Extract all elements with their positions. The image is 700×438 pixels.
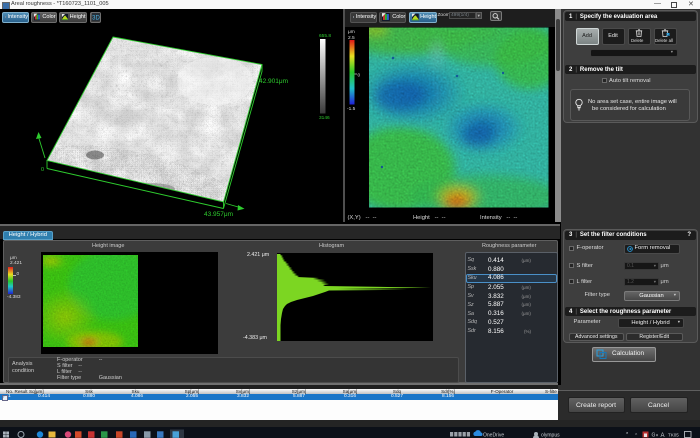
svg-text:0: 0 [358,73,361,79]
svg-text:OneDrive: OneDrive [483,433,504,438]
svg-text:olympus: olympus [541,433,560,438]
svg-text:43.957μm: 43.957μm [204,211,233,218]
svg-text:▾: ▾ [656,433,658,438]
svg-text:TK05: TK05 [668,432,679,437]
svg-text:0: 0 [41,167,44,173]
svg-text:42.901μm: 42.901μm [259,78,288,85]
svg-text:-1.5: -1.5 [347,106,356,112]
svg-text:A: A [661,433,665,438]
svg-text:655.8: 655.8 [319,33,331,39]
svg-text:μm: μm [348,30,355,35]
svg-text:3D: 3D [92,16,100,22]
svg-text:3146: 3146 [319,115,330,121]
svg-text:⌃: ⌃ [634,433,638,438]
svg-text:G: G [652,433,656,438]
svg-text:*: * [626,432,629,438]
